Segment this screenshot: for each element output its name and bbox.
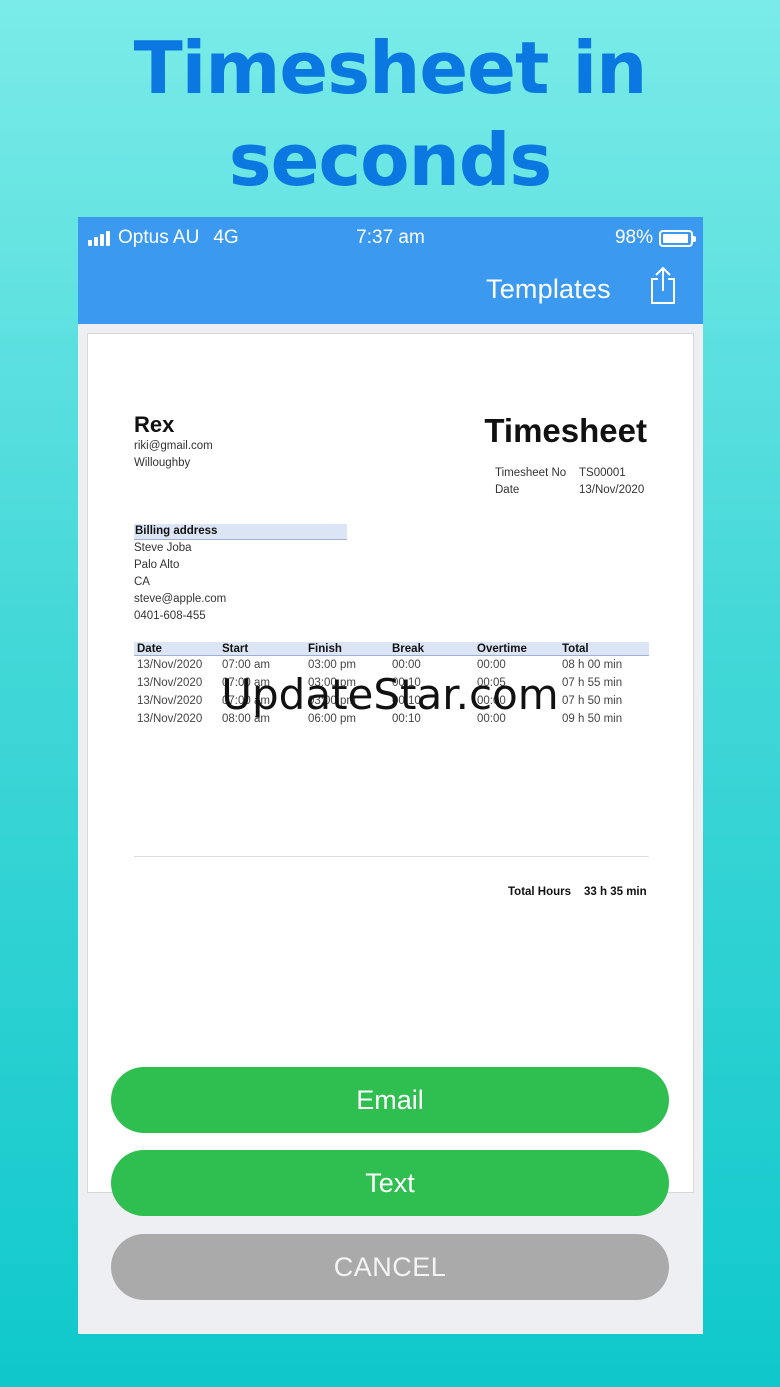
battery-percent: 98% xyxy=(614,227,653,248)
sender-name: Rex xyxy=(134,412,175,437)
cancel-button[interactable]: CANCEL xyxy=(111,1234,669,1300)
date-label: Date xyxy=(495,484,520,496)
billing-line: Steve Joba xyxy=(134,542,192,554)
sender-email: riki@gmail.com xyxy=(134,440,213,452)
col-overtime: Overtime xyxy=(477,643,527,655)
templates-button[interactable]: Templates xyxy=(486,274,611,305)
billing-address-heading: Billing address xyxy=(134,524,347,540)
total-hours-value: 33 h 35 min xyxy=(584,886,647,898)
battery-fill xyxy=(663,233,689,243)
watermark: UpdateStar.com xyxy=(221,670,559,719)
navigation-bar: Optus AU 4G 7:37 am 98% Templates xyxy=(78,217,703,324)
col-total: Total xyxy=(562,643,589,655)
billing-line: steve@apple.com xyxy=(134,593,227,605)
timesheet-document: Rex riki@gmail.com Willoughby Timesheet … xyxy=(87,333,694,1193)
headline-line-1: Timesheet in xyxy=(133,26,648,110)
share-icon[interactable] xyxy=(646,265,680,305)
email-button[interactable]: Email xyxy=(111,1067,669,1133)
table-header: Date Start Finish Break Overtime Total xyxy=(134,642,649,656)
timesheet-no-label: Timesheet No xyxy=(495,467,567,479)
status-right: 98% xyxy=(614,227,696,249)
text-button[interactable]: Text xyxy=(111,1150,669,1216)
col-date: Date xyxy=(137,643,162,655)
total-hours-label: Total Hours xyxy=(508,886,572,898)
document-title: Timesheet xyxy=(484,412,647,449)
col-finish: Finish xyxy=(308,643,342,655)
col-start: Start xyxy=(222,643,249,655)
sender-city: Willoughby xyxy=(134,457,191,469)
billing-line: Palo Alto xyxy=(134,559,180,571)
timesheet-no-value: TS00001 xyxy=(579,467,626,479)
headline-line-2: seconds xyxy=(228,118,552,202)
battery-icon xyxy=(659,229,696,247)
divider xyxy=(134,856,649,857)
billing-line: CA xyxy=(134,576,150,588)
billing-line: 0401-608-455 xyxy=(134,610,206,622)
col-break: Break xyxy=(392,643,424,655)
status-time: 7:37 am xyxy=(356,227,425,248)
date-value: 13/Nov/2020 xyxy=(579,484,645,496)
promo-headline: Timesheet in seconds xyxy=(0,22,780,206)
